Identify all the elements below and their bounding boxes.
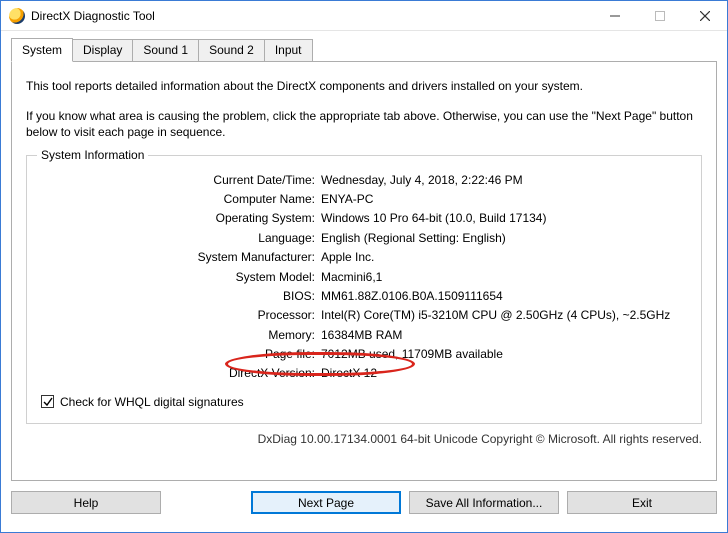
sysinfo-value: DirectX 12 [321,365,687,382]
sysinfo-label: Operating System: [41,210,321,227]
sysinfo-value: Macmini6,1 [321,269,687,286]
groupbox-legend: System Information [37,148,148,162]
tab-sound-1[interactable]: Sound 1 [132,39,199,62]
sysinfo-label: System Manufacturer: [41,249,321,266]
minimize-icon [610,11,620,21]
sysinfo-value: MM61.88Z.0106.B0A.1509111654 [321,288,687,305]
app-icon [9,8,25,24]
sysinfo-label: BIOS: [41,288,321,305]
tab-sound-2[interactable]: Sound 2 [198,39,265,62]
sysinfo-label: Computer Name: [41,191,321,208]
close-button[interactable] [682,1,727,31]
sysinfo-value: 16384MB RAM [321,327,687,344]
tab-input[interactable]: Input [264,39,313,62]
tab-panel-system: This tool reports detailed information a… [11,61,717,481]
next-page-button[interactable]: Next Page [251,491,401,514]
help-button[interactable]: Help [11,491,161,514]
tab-system[interactable]: System [11,38,73,62]
whql-label: Check for WHQL digital signatures [60,395,244,409]
sysinfo-label: DirectX Version: [41,365,321,382]
sysinfo-row: DirectX Version:DirectX 12 [41,365,687,382]
sysinfo-row: Operating System:Windows 10 Pro 64-bit (… [41,210,687,227]
button-bar: Help Next Page Save All Information... E… [11,491,717,514]
sysinfo-row: Processor:Intel(R) Core(TM) i5-3210M CPU… [41,307,687,324]
tab-strip: SystemDisplaySound 1Sound 2Input [11,39,717,62]
sysinfo-label: System Model: [41,269,321,286]
minimize-button[interactable] [592,1,637,31]
maximize-button [637,1,682,31]
sysinfo-label: Language: [41,230,321,247]
sysinfo-value: Windows 10 Pro 64-bit (10.0, Build 17134… [321,210,687,227]
close-icon [700,11,710,21]
sysinfo-value: Wednesday, July 4, 2018, 2:22:46 PM [321,172,687,189]
sysinfo-label: Current Date/Time: [41,172,321,189]
maximize-icon [655,11,665,21]
tab-display[interactable]: Display [72,39,133,62]
sysinfo-row: Page file:7012MB used, 11709MB available [41,346,687,363]
whql-checkbox[interactable] [41,395,54,408]
sysinfo-label: Processor: [41,307,321,324]
copyright-line: DxDiag 10.00.17134.0001 64-bit Unicode C… [26,432,702,446]
sysinfo-row: Current Date/Time:Wednesday, July 4, 201… [41,172,687,189]
sysinfo-row: Memory:16384MB RAM [41,327,687,344]
sysinfo-row: BIOS:MM61.88Z.0106.B0A.1509111654 [41,288,687,305]
sysinfo-value: Apple Inc. [321,249,687,266]
sysinfo-row: System Manufacturer:Apple Inc. [41,249,687,266]
window-title: DirectX Diagnostic Tool [31,9,155,23]
checkmark-icon [43,397,53,407]
titlebar: DirectX Diagnostic Tool [1,1,727,31]
intro-line-2: If you know what area is causing the pro… [26,108,702,140]
sysinfo-label: Memory: [41,327,321,344]
sysinfo-row: System Model:Macmini6,1 [41,269,687,286]
system-information-group: System Information Current Date/Time:Wed… [26,155,702,424]
sysinfo-label: Page file: [41,346,321,363]
sysinfo-value: ENYA-PC [321,191,687,208]
sysinfo-value: Intel(R) Core(TM) i5-3210M CPU @ 2.50GHz… [321,307,687,324]
save-all-button[interactable]: Save All Information... [409,491,559,514]
intro-line-1: This tool reports detailed information a… [26,78,702,94]
exit-button[interactable]: Exit [567,491,717,514]
sysinfo-value: English (Regional Setting: English) [321,230,687,247]
sysinfo-row: Language:English (Regional Setting: Engl… [41,230,687,247]
sysinfo-row: Computer Name:ENYA-PC [41,191,687,208]
sysinfo-value: 7012MB used, 11709MB available [321,346,687,363]
